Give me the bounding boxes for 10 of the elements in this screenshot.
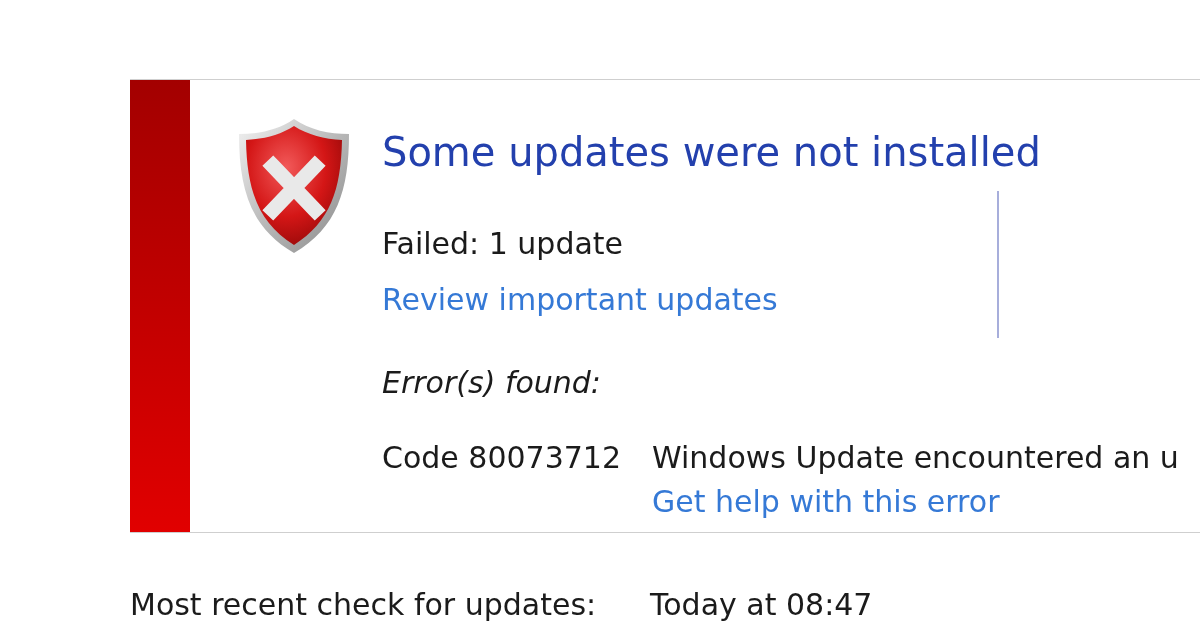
- errors-heading: Error(s) found:: [382, 366, 601, 400]
- failed-summary: Failed: 1 update: [382, 227, 624, 261]
- last-check-label: Most recent check for updates:: [130, 587, 597, 622]
- error-help-link[interactable]: Get help with this error: [652, 485, 1000, 519]
- review-updates-link[interactable]: Review important updates: [382, 283, 778, 317]
- last-check-value: Today at 08:47: [650, 588, 873, 622]
- error-code: Code 80073712: [382, 440, 622, 475]
- error-message: Windows Update encountered an u: [652, 441, 1179, 475]
- shield-error-icon: [237, 118, 351, 254]
- status-title: Some updates were not installed: [382, 129, 1042, 175]
